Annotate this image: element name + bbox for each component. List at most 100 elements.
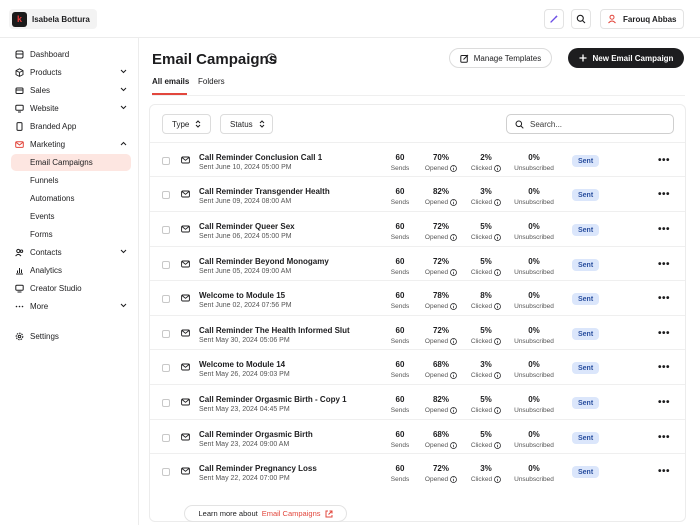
magic-wand-button[interactable] bbox=[544, 9, 564, 29]
tab-all-emails[interactable]: All emails bbox=[152, 77, 189, 86]
sends-label: Sends bbox=[390, 407, 410, 414]
sidebar-item-contacts[interactable]: Contacts bbox=[11, 244, 131, 261]
row-checkbox[interactable] bbox=[162, 295, 170, 303]
sidebar-item-marketing[interactable]: Marketing bbox=[11, 136, 131, 153]
more-options-icon[interactable]: ••• bbox=[658, 432, 670, 443]
campaign-name[interactable]: Call Reminder Orgasmic Birth bbox=[199, 430, 313, 439]
info-icon[interactable] bbox=[494, 269, 502, 276]
search-box[interactable] bbox=[506, 114, 674, 134]
user-menu[interactable]: Farouq Abbas bbox=[600, 9, 684, 29]
sidebar-item-products[interactable]: Products bbox=[11, 64, 131, 81]
campaign-name[interactable]: Call Reminder The Health Informed Slut bbox=[199, 326, 350, 335]
sidebar-item-dashboard[interactable]: Dashboard bbox=[11, 46, 131, 63]
table-row[interactable]: Call Reminder Pregnancy Loss Sent May 22,… bbox=[150, 453, 685, 488]
table-row[interactable]: Call Reminder Conclusion Call 1 Sent June… bbox=[150, 142, 685, 177]
envelope-icon bbox=[181, 225, 190, 233]
sidebar-subitem-forms[interactable]: Forms bbox=[11, 226, 131, 243]
table-row[interactable]: Welcome to Module 15 Sent June 02, 2024 0… bbox=[150, 280, 685, 315]
table-row[interactable]: Call Reminder Orgasmic Birth Sent May 23,… bbox=[150, 419, 685, 454]
info-icon[interactable] bbox=[494, 476, 502, 483]
more-options-icon[interactable]: ••• bbox=[658, 155, 670, 166]
sidebar-item-branded-app[interactable]: Branded App bbox=[11, 118, 131, 135]
sidebar-subitem-funnels[interactable]: Funnels bbox=[11, 172, 131, 189]
info-icon[interactable] bbox=[494, 199, 502, 206]
more-options-icon[interactable]: ••• bbox=[658, 397, 670, 408]
more-options-icon[interactable]: ••• bbox=[658, 362, 670, 373]
search-button[interactable] bbox=[571, 9, 591, 29]
info-icon[interactable] bbox=[450, 476, 457, 483]
sidebar-subitem-events[interactable]: Events bbox=[11, 208, 131, 225]
sidebar-subitem-email-campaigns[interactable]: Email Campaigns bbox=[11, 154, 131, 171]
more-options-icon[interactable]: ••• bbox=[658, 259, 670, 270]
campaign-name[interactable]: Welcome to Module 15 bbox=[199, 291, 285, 300]
table-row[interactable]: Call Reminder The Health Informed Slut Se… bbox=[150, 315, 685, 350]
brand-switcher[interactable]: k Isabela Bottura bbox=[9, 9, 97, 29]
learn-more-banner[interactable]: Learn more about Email Campaigns bbox=[184, 505, 347, 522]
sidebar-item-analytics[interactable]: Analytics bbox=[11, 262, 131, 279]
campaign-name[interactable]: Welcome to Module 14 bbox=[199, 360, 285, 369]
row-checkbox[interactable] bbox=[162, 226, 170, 234]
campaign-name[interactable]: Call Reminder Transgender Health bbox=[199, 187, 330, 196]
learn-more-link[interactable]: Email Campaigns bbox=[262, 509, 321, 518]
info-icon[interactable] bbox=[450, 442, 457, 449]
search-input[interactable] bbox=[530, 119, 650, 129]
opened-label: Opened bbox=[424, 303, 449, 310]
home-icon bbox=[15, 50, 24, 59]
info-icon[interactable] bbox=[494, 234, 502, 241]
table-row[interactable]: Call Reminder Orgasmic Birth - Copy 1 Sen… bbox=[150, 384, 685, 419]
more-options-icon[interactable]: ••• bbox=[658, 293, 670, 304]
info-icon[interactable] bbox=[450, 407, 457, 414]
campaign-name[interactable]: Call Reminder Pregnancy Loss bbox=[199, 464, 317, 473]
row-checkbox[interactable] bbox=[162, 330, 170, 338]
sidebar-item-more[interactable]: More bbox=[11, 298, 131, 315]
info-icon[interactable] bbox=[450, 338, 457, 345]
row-checkbox[interactable] bbox=[162, 261, 170, 269]
row-checkbox[interactable] bbox=[162, 364, 170, 372]
info-icon[interactable] bbox=[450, 199, 457, 206]
row-checkbox[interactable] bbox=[162, 468, 170, 476]
campaign-name[interactable]: Call Reminder Beyond Monogamy bbox=[199, 257, 329, 266]
info-icon[interactable] bbox=[450, 165, 457, 172]
more-options-icon[interactable]: ••• bbox=[658, 466, 670, 477]
clicked-stat: 5% Clicked bbox=[461, 257, 511, 276]
type-filter[interactable]: Type bbox=[162, 114, 211, 134]
info-icon[interactable] bbox=[450, 303, 457, 310]
table-row[interactable]: Welcome to Module 14 Sent May 26, 2024 09… bbox=[150, 349, 685, 384]
sidebar-item-creator-studio[interactable]: Creator Studio bbox=[11, 280, 131, 297]
opened-label: Opened bbox=[424, 442, 449, 449]
table-row[interactable]: Call Reminder Transgender Health Sent Jun… bbox=[150, 176, 685, 211]
row-checkbox[interactable] bbox=[162, 191, 170, 199]
table-row[interactable]: Call Reminder Beyond Monogamy Sent June 0… bbox=[150, 246, 685, 281]
info-icon[interactable] bbox=[266, 53, 277, 64]
info-icon[interactable] bbox=[450, 234, 457, 241]
row-checkbox[interactable] bbox=[162, 434, 170, 442]
info-icon[interactable] bbox=[494, 165, 502, 172]
info-icon[interactable] bbox=[450, 372, 457, 379]
sidebar-subitem-automations[interactable]: Automations bbox=[11, 190, 131, 207]
unsubscribed-value: 0% bbox=[528, 395, 540, 404]
new-email-campaign-button[interactable]: New Email Campaign bbox=[568, 48, 684, 68]
sidebar-item-sales[interactable]: Sales bbox=[11, 82, 131, 99]
row-checkbox[interactable] bbox=[162, 399, 170, 407]
manage-templates-button[interactable]: Manage Templates bbox=[449, 48, 552, 68]
campaign-name[interactable]: Call Reminder Conclusion Call 1 bbox=[199, 153, 322, 162]
info-icon[interactable] bbox=[494, 407, 502, 414]
status-filter[interactable]: Status bbox=[220, 114, 273, 134]
row-checkbox[interactable] bbox=[162, 157, 170, 165]
unsubscribed-stat: 0% Unsubscribed bbox=[509, 222, 559, 241]
info-icon[interactable] bbox=[494, 303, 502, 310]
info-icon[interactable] bbox=[494, 442, 502, 449]
more-options-icon[interactable]: ••• bbox=[658, 328, 670, 339]
campaign-name[interactable]: Call Reminder Queer Sex bbox=[199, 222, 295, 231]
info-icon[interactable] bbox=[450, 269, 457, 276]
info-icon[interactable] bbox=[494, 338, 502, 345]
info-icon[interactable] bbox=[494, 372, 502, 379]
campaign-name[interactable]: Call Reminder Orgasmic Birth - Copy 1 bbox=[199, 395, 347, 404]
sidebar-item-settings[interactable]: Settings bbox=[11, 328, 131, 345]
unsubscribed-value: 0% bbox=[528, 187, 540, 196]
sidebar-item-website[interactable]: Website bbox=[11, 100, 131, 117]
table-row[interactable]: Call Reminder Queer Sex Sent June 06, 202… bbox=[150, 211, 685, 246]
more-options-icon[interactable]: ••• bbox=[658, 189, 670, 200]
more-options-icon[interactable]: ••• bbox=[658, 224, 670, 235]
tab-folders[interactable]: Folders bbox=[198, 77, 225, 86]
